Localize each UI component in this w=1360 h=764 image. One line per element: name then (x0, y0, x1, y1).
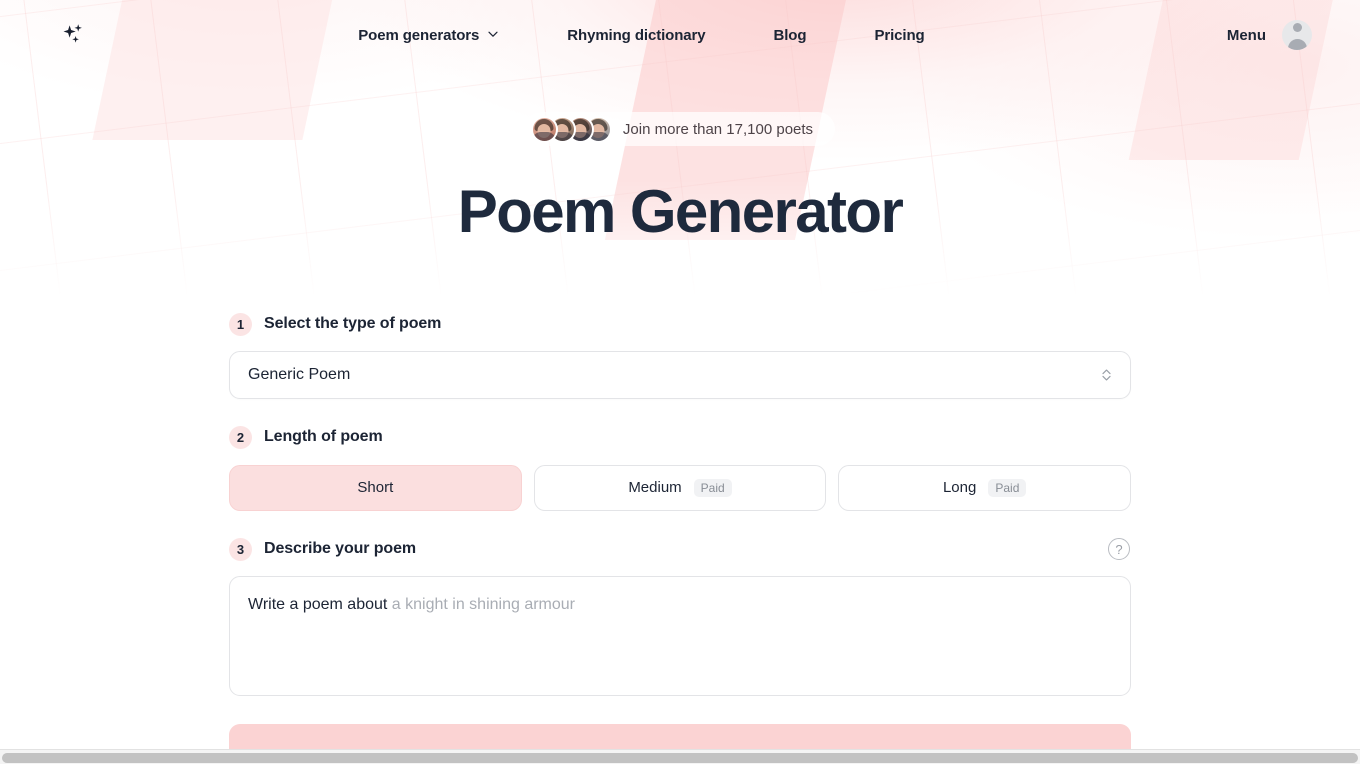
poet-avatar (530, 115, 558, 143)
nav-item-blog[interactable]: Blog (774, 19, 807, 52)
step-1-label: Select the type of poem (264, 315, 442, 333)
length-option-short-label: Short (357, 479, 394, 497)
nav-label-blog: Blog (773, 26, 807, 44)
poem-type-selected-value: Generic Poem (248, 365, 351, 383)
step-2-left: 2 Length of poem (229, 425, 383, 449)
site-header: Poem generators Rhyming dictionary Blog … (0, 0, 1360, 70)
avatar-body (1287, 39, 1307, 50)
nav-item-poem-generators[interactable]: Poem generators (358, 19, 499, 52)
page-title: Poem Generator (457, 178, 904, 245)
poem-description-line: Write a poem about a knight in shining a… (248, 594, 1112, 616)
poem-description-input[interactable]: Write a poem about a knight in shining a… (229, 575, 1131, 696)
horizontal-scrollbar[interactable] (0, 749, 1360, 764)
step-2-header: 2 Length of poem (229, 425, 1131, 449)
length-option-long-label: Long (942, 479, 977, 497)
user-avatar-icon[interactable] (1282, 20, 1312, 50)
step-1-header: 1 Select the type of poem (229, 312, 1131, 336)
social-proof-badge: Join more than 17,100 poets (524, 112, 836, 146)
avatar-glyph (1282, 20, 1312, 50)
step-3-label: Describe your poem (264, 540, 417, 558)
nav-item-pricing[interactable]: Pricing (874, 19, 924, 52)
length-option-long[interactable]: Long Paid (838, 464, 1132, 511)
describe-block: 3 Describe your poem ? Write a poem abou… (229, 537, 1131, 696)
poem-generator-form: 1 Select the type of poem Generic Poem 2… (229, 245, 1132, 764)
avatar-shoulders (532, 131, 556, 141)
poem-description-placeholder: a knight in shining armour (391, 595, 576, 613)
length-options: Short Medium Paid Long Paid (229, 464, 1132, 511)
length-option-medium-label: Medium (628, 479, 682, 497)
step-1-number: 1 (229, 312, 252, 336)
main-navigation: Poem generators Rhyming dictionary Blog … (90, 19, 1227, 52)
sparkles-icon[interactable] (56, 18, 90, 52)
step-1-left: 1 Select the type of poem (229, 312, 442, 336)
avatar-head (1292, 23, 1302, 32)
nav-label-poem-generators: Poem generators (358, 26, 480, 44)
step-2-label: Length of poem (264, 428, 383, 446)
step-3-number: 3 (229, 537, 252, 561)
hero-section: Join more than 17,100 poets Poem Generat… (0, 70, 1360, 245)
poem-type-select[interactable]: Generic Poem (229, 350, 1131, 399)
chevron-up-down-icon (1101, 368, 1112, 382)
paid-badge: Paid (693, 478, 732, 497)
poet-avatar-group (530, 115, 612, 143)
chevron-down-icon (487, 27, 499, 44)
question-mark-circle-icon[interactable]: ? (1108, 538, 1130, 561)
paid-badge: Paid (988, 478, 1027, 497)
menu-button[interactable]: Menu (1227, 27, 1266, 44)
nav-label-pricing: Pricing (874, 26, 925, 44)
step-2-number: 2 (229, 425, 252, 449)
length-option-medium[interactable]: Medium Paid (533, 464, 827, 511)
step-3-left: 3 Describe your poem (229, 537, 417, 561)
nav-label-rhyming-dictionary: Rhyming dictionary (567, 26, 706, 44)
social-proof-text: Join more than 17,100 poets (622, 120, 814, 138)
poem-description-prefix: Write a poem about (248, 595, 388, 613)
header-actions: Menu (1227, 20, 1312, 50)
nav-item-rhyming-dictionary[interactable]: Rhyming dictionary (567, 19, 705, 52)
length-option-short[interactable]: Short (229, 464, 522, 511)
scrollbar-thumb[interactable] (2, 753, 1358, 763)
step-3-header: 3 Describe your poem ? (229, 537, 1131, 561)
